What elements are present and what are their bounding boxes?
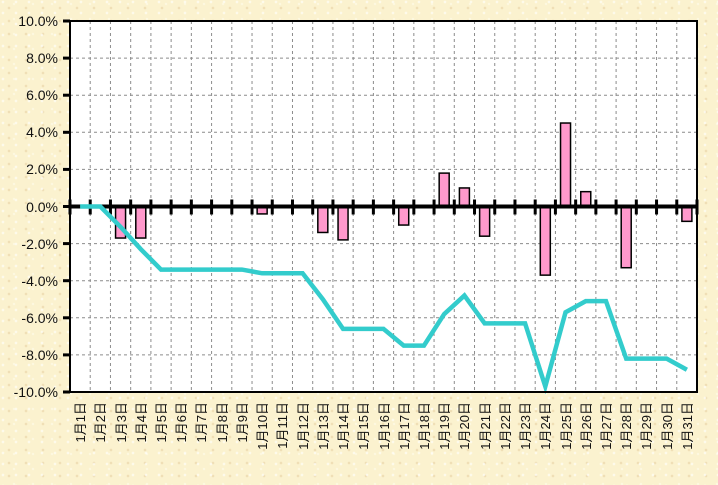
x-axis-label: 1月11日 [275, 402, 290, 449]
bar [480, 207, 490, 237]
x-axis-label: 1月10日 [255, 402, 270, 450]
x-axis-label: 1月17日 [397, 402, 412, 450]
bar [621, 207, 631, 268]
bar [459, 188, 469, 207]
x-axis-label: 1月31日 [680, 402, 695, 450]
x-axis-label: 1月18日 [417, 402, 432, 450]
bar [540, 207, 550, 276]
x-axis-label: 1月15日 [356, 402, 371, 450]
bar [399, 207, 409, 226]
bar [318, 207, 328, 233]
x-axis-label: 1月16日 [377, 402, 392, 450]
x-axis-label: 1月12日 [296, 402, 311, 450]
x-axis-label: 1月3日 [114, 402, 129, 442]
y-axis-label: -8.0% [0, 347, 58, 363]
x-axis-label: 1月8日 [215, 402, 230, 442]
x-axis-label: 1月28日 [619, 402, 634, 450]
bar [581, 192, 591, 207]
x-axis-label: 1月25日 [559, 402, 574, 450]
bar [682, 207, 692, 222]
x-axis-label: 1月7日 [194, 402, 209, 442]
y-axis-label: -6.0% [0, 310, 58, 326]
bar [136, 207, 146, 239]
x-axis-label: 1月20日 [457, 402, 472, 450]
y-axis-label: 0.0% [0, 199, 58, 215]
x-axis-label: 1月26日 [579, 402, 594, 450]
y-axis-label: 8.0% [0, 50, 58, 66]
x-axis-label: 1月1日 [73, 402, 88, 442]
x-axis-label: 1月13日 [316, 402, 331, 450]
x-axis-label: 1月6日 [174, 402, 189, 442]
y-axis-label: 4.0% [0, 124, 58, 140]
x-axis-label: 1月9日 [235, 402, 250, 442]
x-axis-label: 1月5日 [154, 402, 169, 442]
x-axis-label: 1月19日 [437, 402, 452, 450]
bar [338, 207, 348, 240]
chart: 10.0% 8.0% 6.0% 4.0% 2.0% 0.0% -2.0% -4.0% -6.0%… [0, 0, 718, 485]
x-axis-label: 1月14日 [336, 402, 351, 450]
y-axis-label: -4.0% [0, 273, 58, 289]
bar [439, 173, 449, 206]
y-axis-label: 10.0% [0, 13, 58, 29]
x-axis-label: 1月4日 [134, 402, 149, 442]
x-axis-label: 1月30日 [660, 402, 675, 450]
x-axis-label: 1月23日 [518, 402, 533, 450]
x-axis-label: 1月27日 [599, 402, 614, 450]
bar [561, 123, 571, 206]
x-axis-label: 1月22日 [498, 402, 513, 450]
y-axis-label: 6.0% [0, 87, 58, 103]
y-axis-label: 2.0% [0, 161, 58, 177]
y-axis-label: -2.0% [0, 236, 58, 252]
y-axis-label: -10.0% [0, 384, 58, 400]
x-axis-label: 1月21日 [478, 402, 493, 450]
x-axis-label: 1月2日 [93, 402, 108, 442]
x-axis-label: 1月29日 [639, 402, 654, 450]
x-axis-label: 1月24日 [538, 402, 553, 450]
